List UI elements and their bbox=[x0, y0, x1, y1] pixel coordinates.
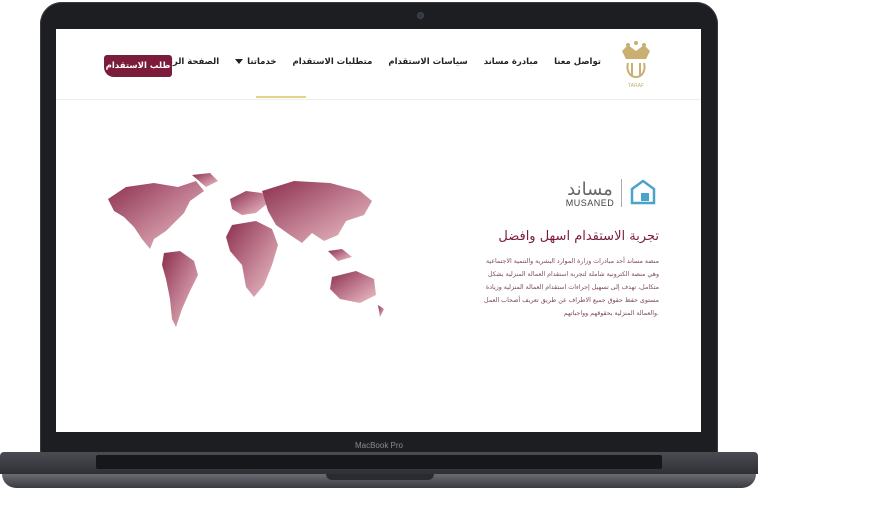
laptop-mockup: TARAF الصفحة الرئيسية خدماتنا متطلبات ال… bbox=[0, 0, 888, 506]
logo-text: TARAF bbox=[628, 83, 644, 89]
musaned-brand-en: MUSANED bbox=[565, 198, 615, 208]
nav-item-musaned[interactable]: مبادرة مساند bbox=[484, 57, 538, 67]
hero-body-line: وهي منصة الكترونية شاملة لتجربة استقدام … bbox=[488, 271, 659, 278]
recruitment-request-button[interactable]: طلب الاستقدام bbox=[104, 55, 172, 77]
nav-item-contact[interactable]: تواصل معنا bbox=[554, 57, 601, 67]
nav-item-policies[interactable]: سياسات الاستقدام bbox=[388, 57, 467, 67]
musaned-brand-ar: مساند bbox=[567, 179, 613, 200]
world-map-image bbox=[108, 173, 384, 327]
laptop-model-label: MacBook Pro bbox=[354, 441, 404, 450]
nav-item-services-label: خدماتنا bbox=[247, 57, 277, 67]
hero-body: منصة مساند أحد مبادرات وزارة الموارد الب… bbox=[456, 255, 659, 320]
laptop-base bbox=[0, 452, 758, 492]
base-top bbox=[0, 452, 758, 474]
base-notch bbox=[326, 474, 434, 480]
brand-divider bbox=[621, 179, 622, 207]
nav-item-services[interactable]: خدماتنا bbox=[235, 57, 276, 67]
hero-body-line: .والعمالة المنزلية بحقوقهم وواجباتهم bbox=[563, 310, 659, 317]
screen: TARAF الصفحة الرئيسية خدماتنا متطلبات ال… bbox=[56, 29, 701, 432]
musaned-logo-icon bbox=[630, 179, 656, 205]
hero-body-line: منصة مساند أحد مبادرات وزارة الموارد الب… bbox=[485, 258, 659, 265]
nav-item-requirements[interactable]: متطلبات الاستقدام bbox=[292, 57, 372, 67]
hero-headline: تجربة الاستقدام اسهل وافضل bbox=[498, 229, 659, 244]
active-tab-underline bbox=[256, 96, 306, 98]
main-menu: الصفحة الرئيسية خدماتنا متطلبات الاستقدا… bbox=[149, 57, 601, 67]
camera-icon bbox=[417, 12, 424, 19]
hero-body-line: متكامل، تهدف إلى تسهيل إجراءات استقدام ا… bbox=[485, 284, 659, 291]
crown-logo-icon[interactable]: TARAF bbox=[616, 41, 656, 89]
navbar: TARAF الصفحة الرئيسية خدماتنا متطلبات ال… bbox=[56, 29, 701, 100]
keyboard-hinge bbox=[96, 455, 662, 469]
chevron-down-icon bbox=[235, 59, 244, 64]
hero-body-line: مستوى حفظ حقوق جميع الاطراف عن طريق تعري… bbox=[484, 297, 659, 304]
